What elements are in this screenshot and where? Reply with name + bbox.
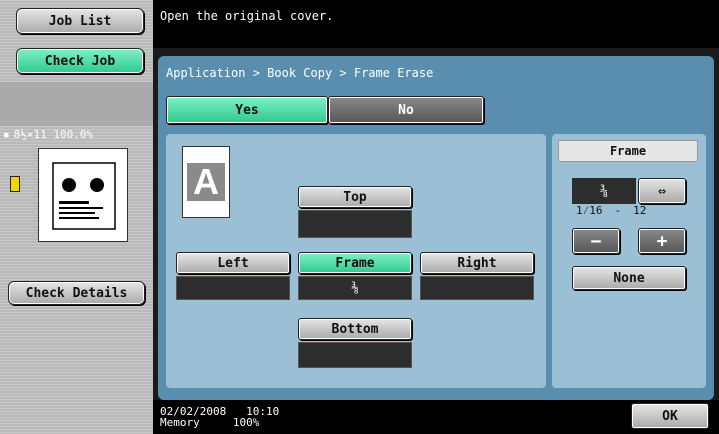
message-bar: Open the original cover.	[153, 0, 719, 48]
toggle-bar: Yes No	[166, 96, 706, 126]
left-button[interactable]: Left	[176, 252, 290, 274]
breadcrumb: Application > Book Copy > Frame Erase	[166, 66, 434, 80]
position-panel: A Top Left Frame ⅜ Right Bottom	[166, 134, 546, 388]
frame-settings-panel: Frame ⅜ ⇔ 1⁄16 - 12 − + None	[552, 134, 706, 388]
range-max: 12	[633, 204, 647, 217]
right-value	[420, 276, 534, 300]
preview-thumbnail	[38, 148, 128, 242]
bottom-button[interactable]: Bottom	[298, 318, 412, 340]
memory-icon: ▪	[3, 128, 10, 141]
range-separator: -	[614, 204, 622, 217]
frame-value: ⅜	[298, 276, 412, 300]
letter-a-icon: A	[187, 161, 225, 202]
increase-button[interactable]: +	[638, 228, 686, 254]
sidebar-spacer	[0, 82, 153, 126]
no-button[interactable]: No	[328, 96, 484, 124]
sidebar: Job List Check Job ▪ 8½×11 100.0% Check …	[0, 0, 153, 434]
frame-value-display: ⅜	[572, 178, 636, 204]
top-button[interactable]: Top	[298, 186, 412, 208]
check-job-button[interactable]: Check Job	[16, 48, 144, 74]
frame-title: Frame	[558, 140, 698, 162]
yes-button[interactable]: Yes	[166, 96, 328, 124]
bottom-value	[298, 342, 412, 368]
left-value	[176, 276, 290, 300]
status-line: ▪ 8½×11 100.0%	[3, 128, 93, 141]
swap-icon: ⇔	[658, 183, 666, 199]
memory-value: 100%	[232, 416, 260, 429]
none-button[interactable]: None	[572, 266, 686, 290]
frame-button[interactable]: Frame	[298, 252, 412, 274]
footer: 02/02/2008 10:10 Memory 100% OK	[153, 400, 719, 434]
right-button[interactable]: Right	[420, 252, 534, 274]
message-text: Open the original cover.	[160, 9, 334, 23]
job-list-button[interactable]: Job List	[16, 8, 144, 34]
check-details-button[interactable]: Check Details	[8, 281, 145, 305]
top-value	[298, 210, 412, 238]
datetime: 02/02/2008 10:10 Memory 100%	[160, 406, 279, 428]
decrease-button[interactable]: −	[572, 228, 620, 254]
swap-units-button[interactable]: ⇔	[638, 178, 686, 204]
original-orientation-icon: A	[182, 146, 230, 218]
original-icon	[10, 176, 20, 192]
memory-label: Memory	[160, 416, 200, 429]
range-label: 1⁄16 - 12	[576, 204, 646, 218]
paper-size-text: 8½×11 100.0%	[13, 128, 94, 141]
ok-button[interactable]: OK	[631, 403, 709, 429]
preview-image	[52, 162, 116, 230]
range-min: 1⁄16	[576, 204, 603, 217]
